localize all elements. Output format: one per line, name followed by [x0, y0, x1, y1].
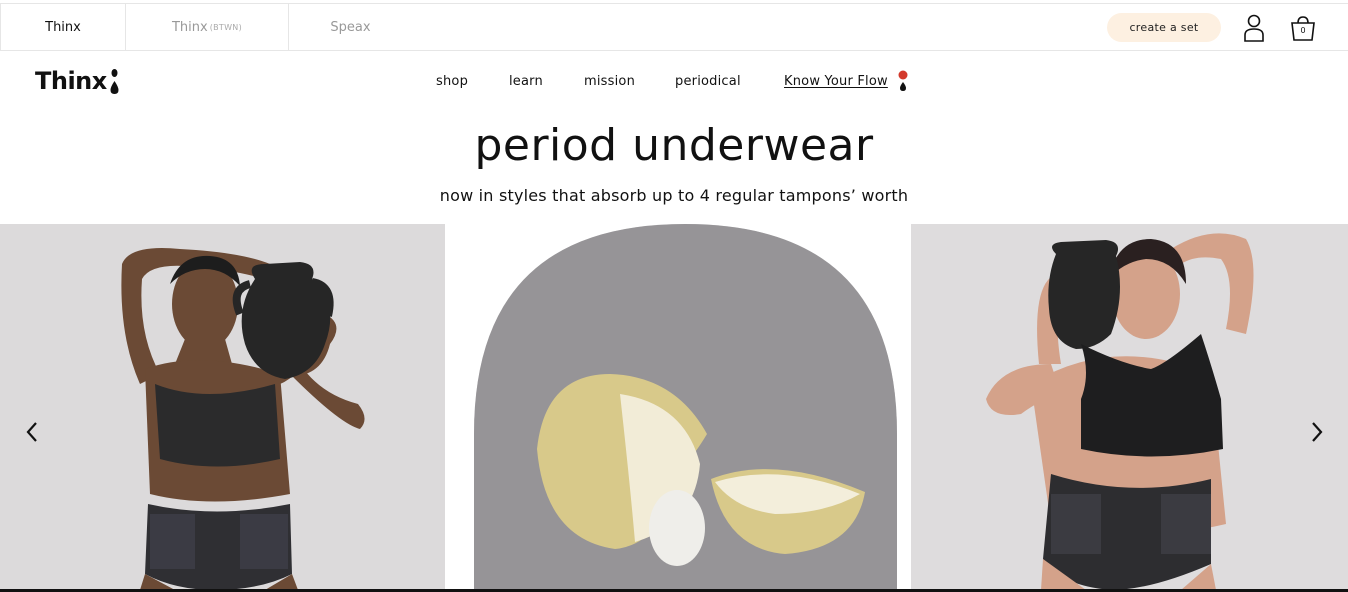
brand-tab-speax[interactable]: Speax: [289, 4, 412, 51]
logo-text: Thinx: [35, 67, 107, 95]
brand-tab-label: Speax: [330, 20, 371, 35]
hero-title: period underwear: [474, 120, 874, 171]
user-icon[interactable]: [1242, 13, 1266, 43]
logo-drop-icon: [110, 69, 119, 94]
nav-learn[interactable]: learn: [509, 74, 543, 89]
cart-count-badge: 0: [1300, 26, 1306, 35]
create-set-button[interactable]: create a set: [1107, 13, 1221, 42]
brand-tab-thinx-btwn[interactable]: Thinx (BTWN): [126, 4, 289, 51]
carousel-slide-model-2[interactable]: [911, 224, 1348, 590]
carousel-next-button[interactable]: [1307, 420, 1327, 444]
carousel-slide-model-1[interactable]: [0, 224, 445, 590]
thinx-logo[interactable]: Thinx: [35, 65, 119, 97]
brand-tab-thinx[interactable]: Thinx: [0, 4, 126, 51]
hero-subtitle: now in styles that absorb up to 4 regula…: [439, 186, 909, 205]
brand-switcher-bar: Thinx Thinx (BTWN) Speax create a set 0: [0, 3, 1348, 51]
carousel-slide-eggs[interactable]: [445, 224, 911, 590]
chevron-left-icon: [26, 422, 37, 442]
model-photo-2: [911, 224, 1348, 590]
chevron-right-icon: [1312, 422, 1323, 442]
nav-periodical[interactable]: periodical: [675, 74, 741, 89]
flow-drop-icon: [898, 70, 908, 91]
model-photo-1: [0, 224, 445, 590]
product-carousel: [0, 224, 1348, 590]
brand-tab-label: Thinx: [45, 20, 81, 35]
brand-tab-sublabel: (BTWN): [209, 23, 243, 32]
nav-shop[interactable]: shop: [436, 74, 468, 89]
nav-know-your-flow[interactable]: Know Your Flow: [784, 74, 888, 89]
carousel-prev-button[interactable]: [22, 420, 42, 444]
brand-tab-label: Thinx: [171, 20, 208, 35]
nav-mission[interactable]: mission: [584, 74, 635, 89]
eggs-photo: [445, 224, 911, 590]
